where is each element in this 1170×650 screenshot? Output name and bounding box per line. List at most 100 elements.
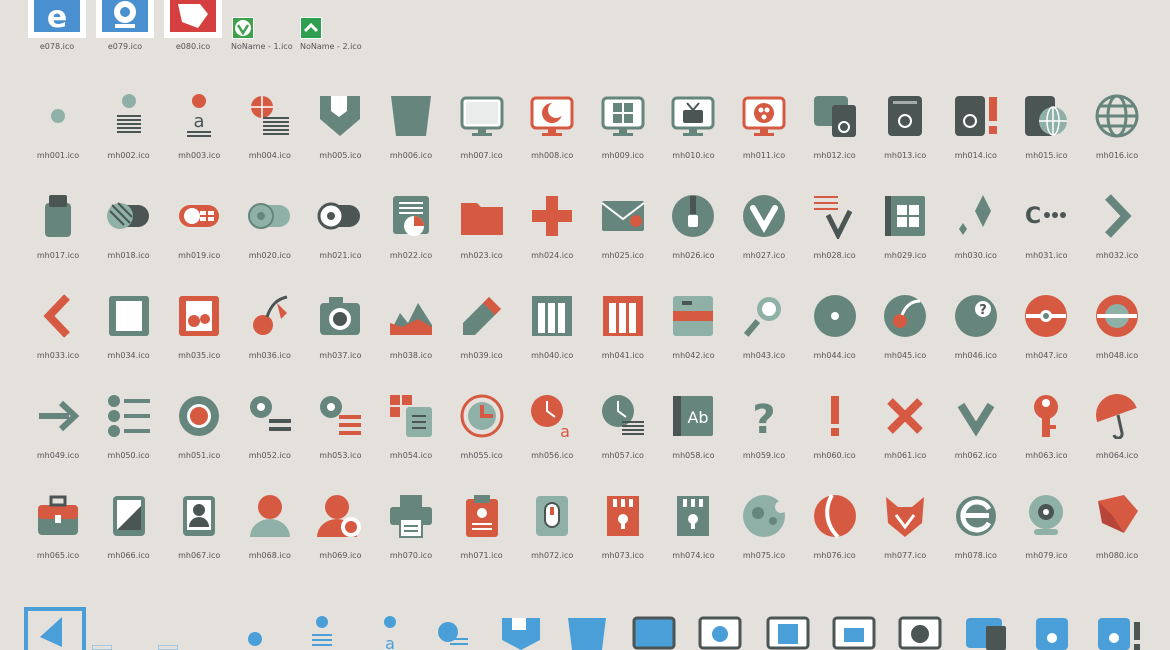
monitor-windows-icon [601,96,645,136]
svg-text:?: ? [752,397,775,439]
monitor-reel-icon[interactable] [898,616,942,650]
icon-label: mh028.ico [813,251,856,260]
icon-label: mh066.ico [107,551,150,560]
icon-label: mh052.ico [248,451,291,460]
film-icon [108,296,149,336]
icon-label: mh042.ico [672,351,715,360]
icon-label: mh073.ico [601,551,644,560]
icon-label: mh015.ico [1025,151,1068,160]
icon-label: mh069.ico [319,551,362,560]
pentagon-icon [391,96,431,136]
pointer-icon [1098,495,1138,533]
webcam-icon[interactable] [96,0,154,38]
icon-label: mh020.ico [248,251,291,260]
zip-icon [672,195,715,237]
svg-text:a: a [560,422,570,439]
sd-card-icon [677,496,710,536]
thumb-icon[interactable] [92,645,112,650]
icon-label: mh037.ico [319,351,362,360]
icon-label: mh003.ico [178,151,221,160]
icon-label: mh054.ico [389,451,433,460]
mouse-icon [536,496,569,536]
icon-label: mh012.ico [813,151,856,160]
pointer-icon[interactable] [164,0,222,38]
disc-question-icon: ? [954,295,997,337]
icon-label: mh045.ico [884,351,927,360]
icon-label: mh041.ico [601,351,644,360]
dot-a-icon[interactable]: a [378,614,402,650]
icon-label: mh025.ico [601,251,644,260]
icon-label: mh075.ico [742,551,786,560]
pentagon-icon[interactable] [566,616,608,650]
dot-lines-icon[interactable] [310,614,334,650]
icon-label: mh002.ico [107,151,150,160]
top-label: NoName - 1.ico [231,42,293,51]
globe-lines-icon[interactable] [436,620,470,650]
svg-text:e: e [47,0,67,32]
svg-text:a: a [194,111,205,132]
icon-label: mh080.ico [1095,551,1139,560]
pencil-icon [462,297,501,335]
icon-label: mh072.ico [531,551,574,560]
pc-icon[interactable] [964,616,1010,650]
icon-label: mh050.ico [107,451,150,460]
diamonds-icon [958,195,991,235]
icon-label: mh067.ico [178,551,221,560]
icon-label: mh030.ico [954,251,997,260]
monitor-icon [460,96,504,136]
shield-icon[interactable] [500,616,542,650]
globe-lines-icon [250,96,289,135]
icon-label: mh061.ico [884,451,927,460]
tower-icon[interactable] [1034,616,1070,650]
svg-text:Ab: Ab [688,408,709,427]
icon-label: mh071.ico [460,551,503,560]
icon-label: mh008.ico [531,151,574,160]
tower-alert-icon [954,96,997,136]
disc-red-ring-icon [1096,295,1138,337]
vivaldi-icon[interactable] [232,17,254,39]
monitor-reel-icon [742,96,786,136]
top-label: NoName - 2.ico [300,42,362,51]
disc-cherry-icon [884,295,927,337]
monitor-icon[interactable] [632,616,676,650]
thumb-icon[interactable] [158,645,178,650]
ie-e-icon[interactable]: e [28,0,86,38]
icon-label: mh043.ico [742,351,786,360]
gear-lines-red-icon [320,396,362,435]
clock-refresh-icon [460,394,504,438]
disc-red-icon [1025,295,1068,337]
icon-label: mh019.ico [178,251,221,260]
icon-label: mh031.ico [1025,251,1068,260]
svg-text:?: ? [979,303,987,318]
monitor-tv-icon[interactable] [832,616,876,650]
icon-label: mh007.ico [460,151,503,160]
icon-label: mh006.ico [389,151,433,160]
tower-globe-icon [1025,96,1068,136]
photo-icon[interactable] [24,607,86,650]
icon-label: mh068.ico [248,551,291,560]
dot-icon[interactable] [246,630,264,648]
up-arrow-icon[interactable] [300,17,322,39]
pc-icon [813,96,856,137]
drive-disc-icon [247,203,290,229]
contact-card-icon [183,496,216,536]
tower-icon [888,96,923,136]
monitor-windows-icon[interactable] [766,616,810,650]
tower-alert-icon[interactable] [1096,616,1146,650]
monitor-moon-icon[interactable] [698,616,742,650]
icon-label: mh022.ico [389,251,433,260]
icon-label: mh049.ico [36,451,80,460]
folder-icon [460,203,503,235]
icon-label: mh011.ico [742,151,786,160]
icon-label: mh063.ico [1025,451,1068,460]
ie-e-icon [955,496,996,536]
ab-book-icon: Ab [673,396,714,436]
clock-a-icon: a [531,395,570,439]
icon-label: mh053.ico [319,451,362,460]
icon-label: mh060.ico [813,451,856,460]
webcam-icon [1029,495,1064,535]
icon-label: mh016.ico [1095,151,1139,160]
icon-label: mh048.ico [1095,351,1139,360]
doc-chart-icon [393,196,429,236]
top-label: e080.ico [175,42,211,51]
